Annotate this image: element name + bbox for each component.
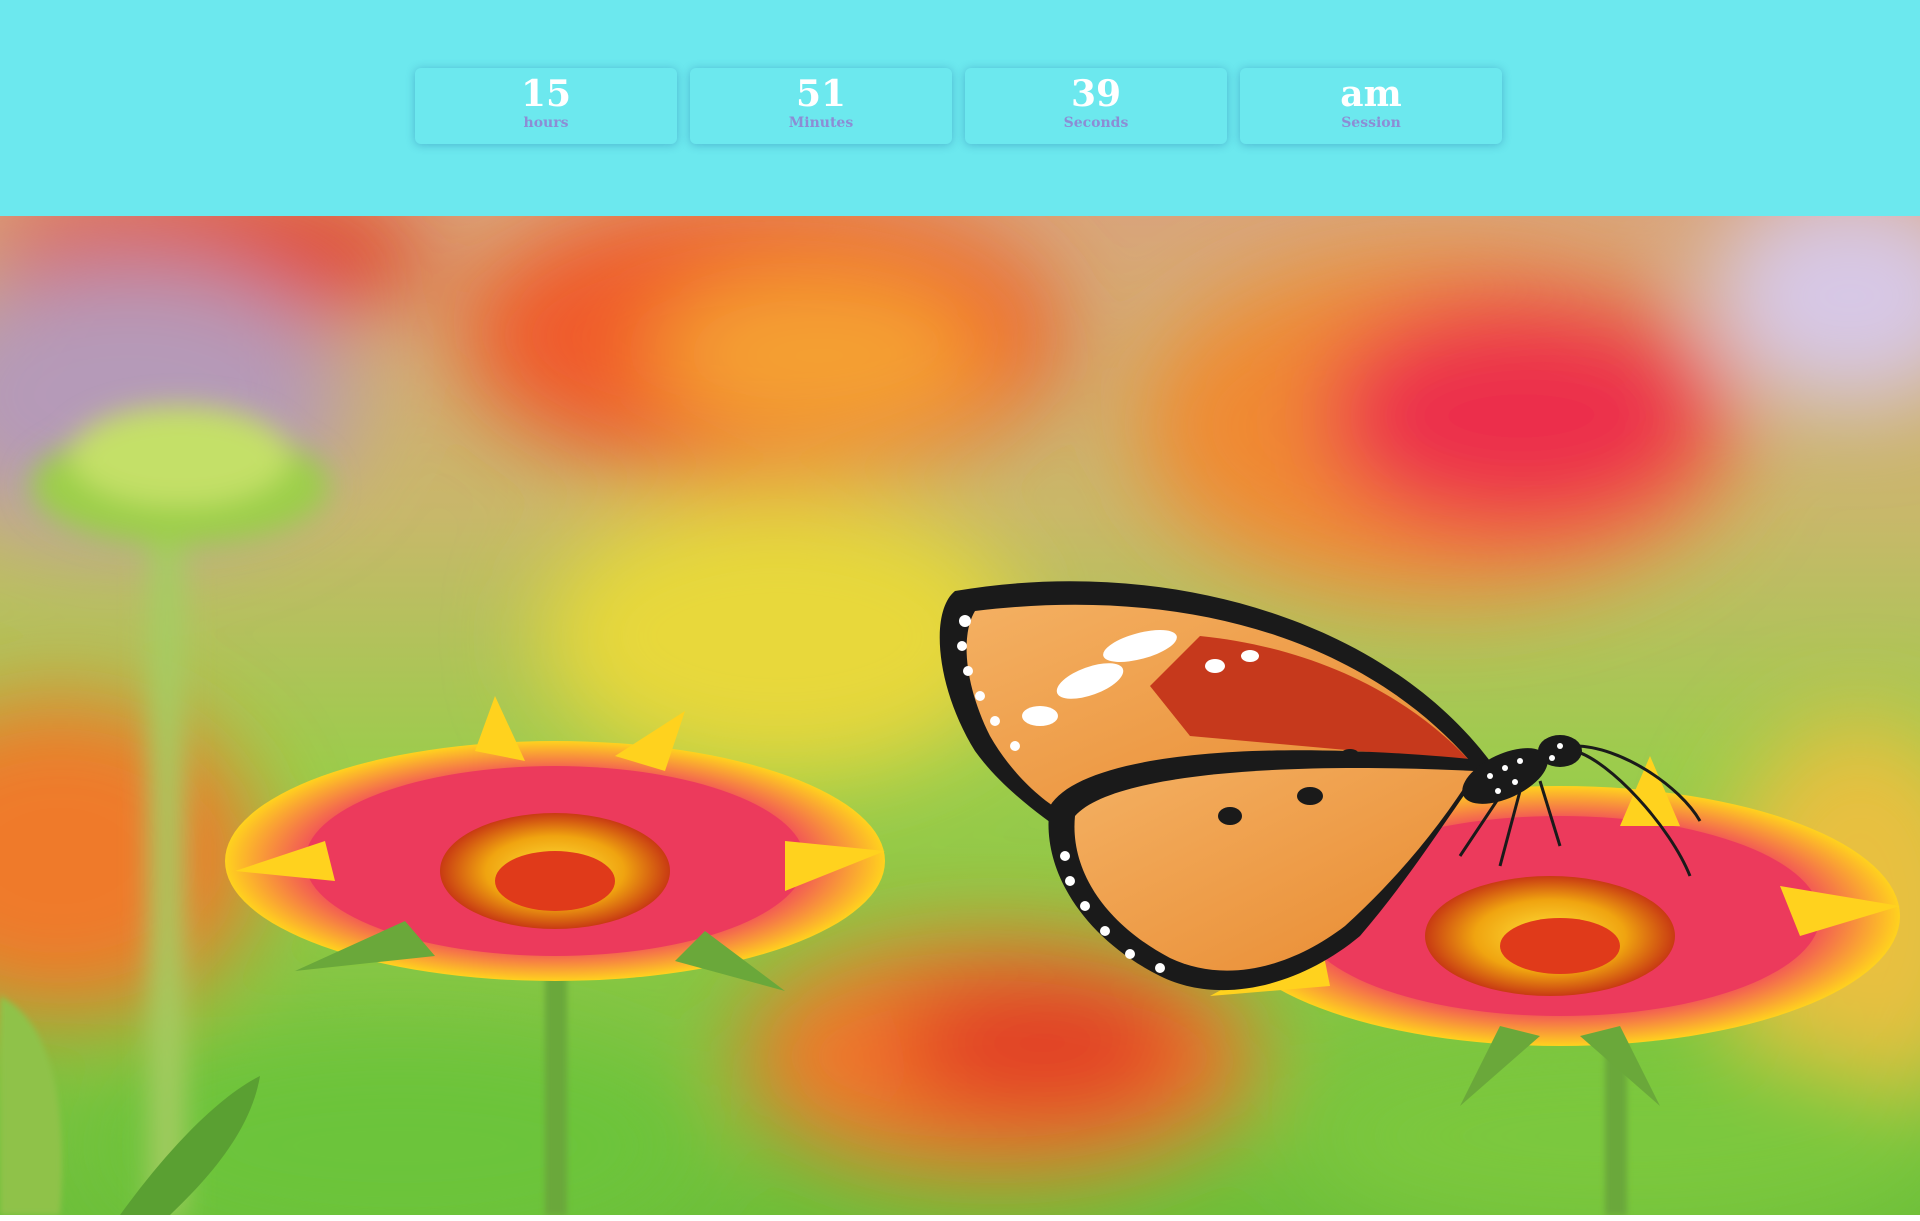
digital-clock: 15 hours 51 Minutes 39 Seconds am Sessio…: [415, 68, 1502, 144]
hours-card: 15 hours: [415, 68, 677, 144]
seconds-label: Seconds: [1063, 115, 1129, 131]
session-label: Session: [1341, 115, 1401, 131]
session-value: am: [1340, 73, 1402, 115]
session-card: am Session: [1240, 68, 1502, 144]
butterfly-on-flowers-photo: [0, 216, 1920, 1215]
hours-value: 15: [520, 73, 572, 115]
minutes-value: 51: [795, 73, 847, 115]
hours-label: hours: [523, 115, 569, 131]
minutes-card: 51 Minutes: [690, 68, 952, 144]
clock-header: 15 hours 51 Minutes 39 Seconds am Sessio…: [0, 0, 1920, 216]
seconds-value: 39: [1070, 73, 1122, 115]
background-photo: [0, 216, 1920, 1215]
seconds-card: 39 Seconds: [965, 68, 1227, 144]
minutes-label: Minutes: [788, 115, 854, 131]
